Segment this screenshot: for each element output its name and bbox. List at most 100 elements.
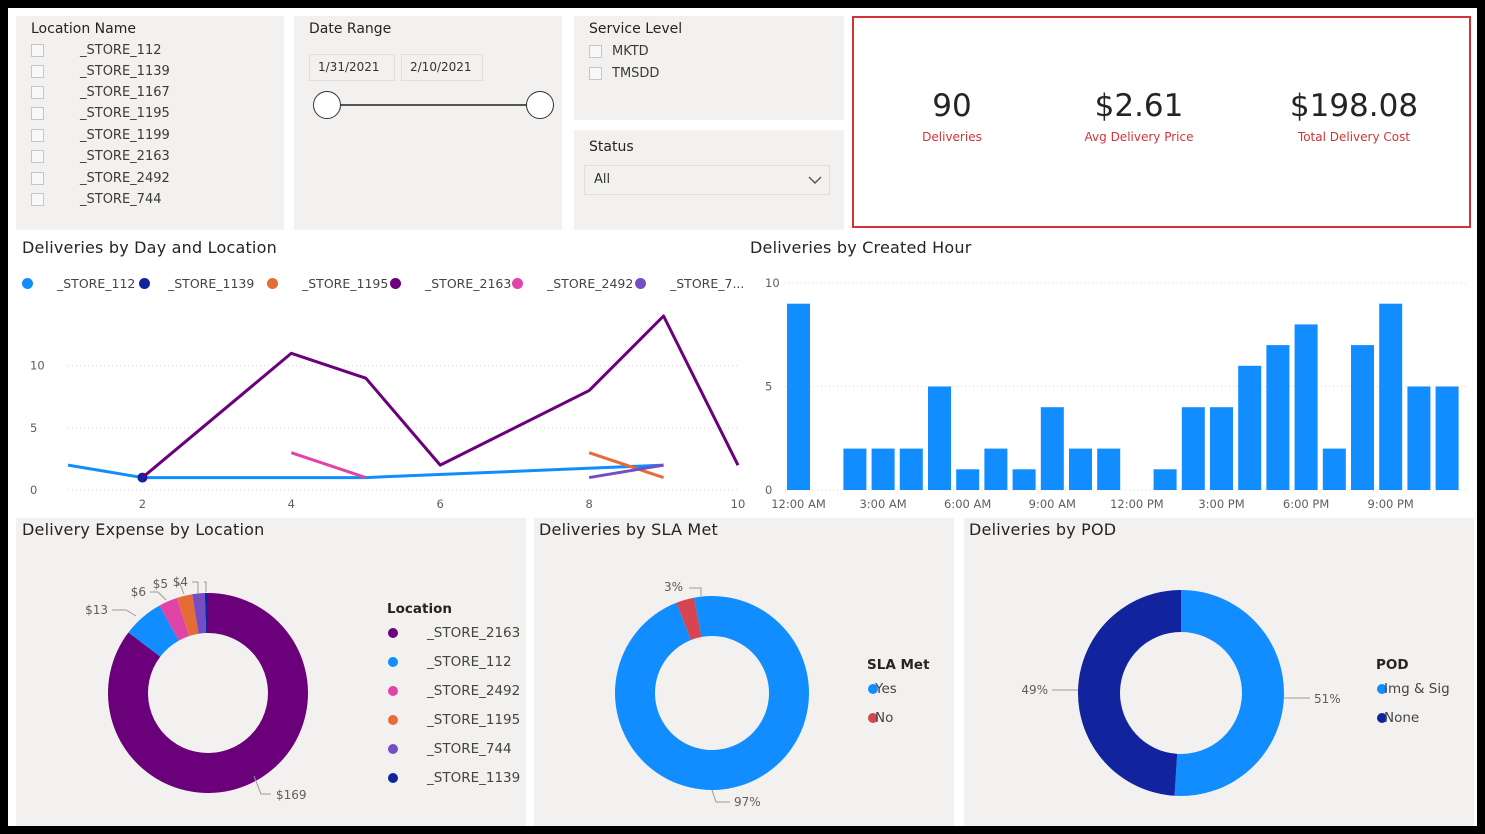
x-tick-label: 6:00 AM <box>944 497 991 511</box>
service-level-option-label: MKTD <box>612 44 649 59</box>
report-canvas: Location Name _STORE_112 _STORE_1139 _ST… <box>5 5 1480 829</box>
x-tick-label: 12:00 PM <box>1110 497 1164 511</box>
legend-marker <box>388 657 398 667</box>
y-tick-label: 5 <box>765 380 772 394</box>
pod-donut-svg: 51% 49% POD Img & Sig None <box>1021 590 1450 796</box>
data-label: $13 <box>85 603 108 617</box>
bar <box>1407 386 1431 490</box>
location-option[interactable]: _STORE_2163 <box>31 149 170 164</box>
y-tick-label: 10 <box>30 359 45 373</box>
checkbox[interactable] <box>31 193 44 206</box>
donut-slice <box>1174 590 1285 796</box>
checkbox[interactable] <box>31 107 44 120</box>
x-tick-label: 10 <box>731 497 746 511</box>
legend-label: No <box>875 710 893 726</box>
data-label: 49% <box>1021 683 1048 697</box>
bar <box>1153 469 1177 490</box>
bar-chart-svg: 0 5 10 12:00 AM 3:00 AM 6:00 AM 9:00 AM 12:00 P… <box>765 276 1467 511</box>
y-tick-label: 0 <box>30 483 37 497</box>
data-label: $6 <box>131 585 146 599</box>
leader-line <box>689 587 702 596</box>
checkbox[interactable] <box>31 172 44 185</box>
date-range-slicer: Date Range 1/31/2021 2/10/2021 <box>294 16 562 230</box>
checkbox[interactable] <box>589 45 602 58</box>
leader-line <box>112 609 137 617</box>
kpi-value: $198.08 <box>1289 88 1419 124</box>
kpi-card: 90 Deliveries $2.61 Avg Delivery Price $… <box>852 16 1471 228</box>
location-option-label: _STORE_2163 <box>80 149 170 164</box>
chevron-down-icon <box>807 166 823 204</box>
y-tick-label: 10 <box>765 276 780 290</box>
leader-line <box>711 789 730 803</box>
legend-title: POD <box>1376 657 1409 673</box>
location-option[interactable]: _STORE_744 <box>31 192 162 207</box>
checkbox[interactable] <box>589 67 602 80</box>
end-date-input[interactable]: 2/10/2021 <box>401 54 483 81</box>
legend-label: _STORE_112 <box>426 654 512 670</box>
bar <box>1435 386 1459 490</box>
line-chart-svg: 0 5 10 2 4 6 8 10 <box>30 314 746 511</box>
bar-chart-visual[interactable]: Deliveries by Created Hour 0 5 10 12:00 AM 3… <box>745 236 1475 514</box>
service-level-slicer: Service Level MKTD TMSDD <box>574 16 844 120</box>
legend-label: None <box>1384 710 1419 726</box>
bar <box>928 386 951 490</box>
location-option[interactable]: _STORE_2492 <box>31 171 170 186</box>
location-option[interactable]: _STORE_1195 <box>31 106 170 121</box>
bar <box>956 469 980 490</box>
bar <box>1210 407 1233 490</box>
legend-label: Yes <box>874 681 897 697</box>
leader-line <box>204 581 207 592</box>
date-slider-track[interactable] <box>322 104 532 106</box>
status-title: Status <box>589 139 634 155</box>
location-option[interactable]: _STORE_1199 <box>31 128 170 143</box>
status-slicer: Status All <box>574 130 844 230</box>
bar <box>1379 303 1403 490</box>
bar <box>1351 345 1374 490</box>
date-range-title: Date Range <box>309 21 392 37</box>
legend-label: Img & Sig <box>1384 681 1450 697</box>
location-option[interactable]: _STORE_1167 <box>31 85 170 100</box>
checkbox[interactable] <box>31 44 44 57</box>
bar <box>984 448 1008 490</box>
bar <box>1040 407 1064 490</box>
sla-donut-visual[interactable]: Deliveries by SLA Met 97% 3% SLA Met Yes No <box>534 518 954 826</box>
start-date-input[interactable]: 1/31/2021 <box>309 54 395 81</box>
kpi-value: $2.61 <box>1094 88 1184 124</box>
expense-donut-svg: $169 $13 $6 $5 $4 Location _STORE_2163 _STORE_1… <box>85 575 520 802</box>
bar <box>1069 448 1092 490</box>
location-option[interactable]: _STORE_1139 <box>31 64 170 79</box>
service-level-option[interactable]: TMSDD <box>589 66 659 81</box>
checkbox[interactable] <box>31 65 44 78</box>
bar <box>1012 469 1036 490</box>
kpi-avg-delivery-price: $2.61 Avg Delivery Price <box>1059 88 1219 144</box>
service-level-option[interactable]: MKTD <box>589 44 649 59</box>
legend-marker <box>388 686 398 696</box>
status-dropdown[interactable]: All <box>584 165 830 195</box>
x-tick-label: 9:00 AM <box>1029 497 1076 511</box>
series-line <box>141 314 740 479</box>
expense-donut-visual[interactable]: Delivery Expense by Location $169 $13 $6 $5… <box>16 518 526 826</box>
kpi-value: 90 <box>932 88 972 124</box>
location-option-label: _STORE_1139 <box>80 64 170 79</box>
x-tick-label: 12:00 AM <box>771 497 826 511</box>
location-option-label: _STORE_112 <box>80 43 162 58</box>
date-slider-start-handle[interactable] <box>313 91 341 119</box>
bar <box>1181 407 1205 490</box>
pod-donut-visual[interactable]: Deliveries by POD 51% 49% POD Img & Sig None <box>964 518 1474 826</box>
legend-label: _STORE_1195 <box>426 712 520 728</box>
date-slider-end-handle[interactable] <box>526 91 554 119</box>
status-selected-value: All <box>594 172 611 187</box>
checkbox[interactable] <box>31 150 44 163</box>
legend-marker <box>388 628 398 638</box>
data-label: 97% <box>734 795 761 809</box>
x-tick-label: 3:00 AM <box>859 497 906 511</box>
bar <box>1238 365 1262 490</box>
checkbox[interactable] <box>31 86 44 99</box>
x-tick-label: 4 <box>288 497 295 511</box>
location-option-label: _STORE_744 <box>80 192 162 207</box>
line-chart-visual[interactable]: Deliveries by Day and Location _STORE_11… <box>16 236 746 514</box>
location-option[interactable]: _STORE_112 <box>31 43 162 58</box>
series-line <box>290 451 367 479</box>
legend-title: Location <box>387 601 452 617</box>
checkbox[interactable] <box>31 129 44 142</box>
